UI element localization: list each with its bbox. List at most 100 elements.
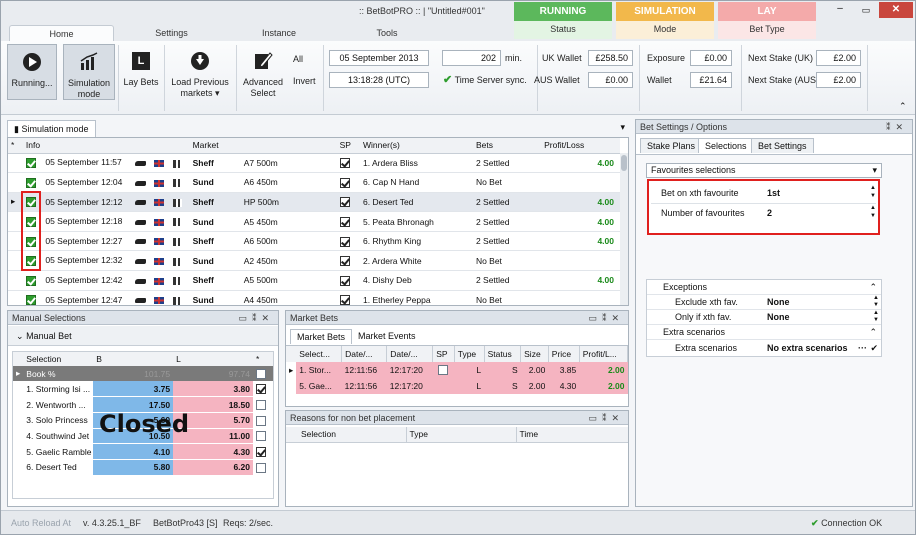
minimize-button[interactable]: – — [827, 2, 853, 18]
table-row[interactable]: 05 September 11:57 Sheff A7 500m 1. Ardera … — [8, 153, 620, 173]
tab-stake-plans[interactable]: Stake Plans — [640, 138, 703, 153]
extra-row[interactable]: Extra scenarios No extra scenarios ··· ✔ — [647, 340, 881, 356]
checkbox[interactable] — [255, 431, 266, 442]
panel-buttons[interactable]: ▭⁑✕ — [588, 411, 624, 425]
checkbox[interactable] — [25, 295, 36, 305]
tab-market-events[interactable]: Market Events — [352, 329, 422, 344]
col-market[interactable]: Market — [190, 138, 241, 153]
maximize-button[interactable]: ▭ — [853, 2, 879, 18]
fav-row-2[interactable]: Number of favourites 2 ▲ ▼ — [651, 204, 876, 224]
exception-row[interactable]: Exclude xth fav. None ▲ ▼ — [647, 295, 881, 310]
exception-row[interactable]: Only if xth fav. None ▲ ▼ — [647, 310, 881, 325]
checkbox[interactable] — [339, 197, 350, 208]
tab-tools[interactable]: Tools — [337, 25, 437, 41]
table-row[interactable]: 05 September 12:04 Sund A6 450m 6. Cap N Ha… — [8, 173, 620, 193]
table-row[interactable]: 05 September 12:27 Sheff A6 500m 6. Rhythm … — [8, 231, 620, 251]
panel-buttons[interactable]: ⁑✕ — [886, 120, 908, 134]
sim-scrollbar[interactable] — [620, 153, 628, 305]
checkbox[interactable] — [339, 158, 350, 169]
spin-icon[interactable]: ▲ ▼ — [873, 295, 879, 309]
col-sp[interactable]: SP — [337, 138, 360, 153]
checkbox[interactable] — [25, 158, 36, 169]
spin-icon[interactable]: ▲ ▼ — [870, 184, 876, 200]
spin-icon[interactable]: ▲ ▼ — [873, 310, 879, 324]
row-back-price[interactable]: 3.75 — [93, 381, 174, 398]
checkbox[interactable] — [438, 365, 449, 376]
time-sync-button[interactable]: ✔ Time Server sync. — [443, 73, 527, 87]
col-info[interactable]: Info — [23, 138, 132, 153]
all-button[interactable]: All — [293, 52, 303, 66]
checkbox[interactable] — [255, 415, 266, 426]
col-bets[interactable]: Bets — [473, 138, 541, 153]
checkbox[interactable] — [255, 384, 266, 395]
col-type[interactable]: Type — [406, 427, 517, 442]
simulation-mode-tab[interactable]: ▮ Simulation mode — [7, 120, 96, 137]
advanced-select-button[interactable]: Advanced Select — [240, 44, 286, 99]
num-favourites-value[interactable]: 2 — [767, 208, 772, 218]
time-field[interactable]: 13:18:28 (UTC) — [329, 72, 429, 88]
mb-col[interactable]: Profit/L... — [579, 346, 629, 362]
row-back-price[interactable]: 4.10 — [93, 443, 174, 460]
checkbox[interactable] — [25, 275, 36, 286]
col-back[interactable]: B — [93, 352, 173, 366]
mb-col[interactable]: Date/... — [386, 346, 434, 362]
favourites-dropdown[interactable]: Favourites selections ▾ — [646, 163, 882, 178]
sim-scroll-thumb[interactable] — [621, 155, 627, 171]
table-row[interactable]: 5. Gaelic Ramble 4.10 4.30 — [13, 443, 273, 460]
spin-icon[interactable]: ▲ ▼ — [870, 204, 876, 220]
checkbox[interactable] — [255, 462, 266, 473]
checkbox[interactable] — [339, 216, 350, 227]
mb-col[interactable]: Price — [548, 346, 580, 362]
checkbox[interactable] — [339, 275, 350, 286]
row-check[interactable] — [253, 397, 273, 413]
manual-bet-group[interactable]: ⌄ Manual Bet — [8, 326, 278, 346]
row-check[interactable] — [253, 459, 273, 475]
row-lay-price[interactable]: 4.30 — [173, 443, 253, 460]
checkbox[interactable] — [255, 446, 266, 457]
more-icon[interactable]: ··· — [858, 340, 867, 356]
row-check[interactable] — [253, 412, 273, 428]
table-row[interactable]: 5. Gae... 12:11:56 12:17:20 L S 2.00 4.30 2.00 — [286, 378, 628, 394]
exception-value[interactable]: None — [767, 310, 790, 325]
checkbox[interactable] — [255, 368, 266, 379]
tab-home[interactable]: Home — [9, 25, 114, 41]
panel-buttons[interactable]: ▭⁑✕ — [238, 311, 274, 325]
panel-buttons[interactable]: ▭⁑✕ — [588, 311, 624, 325]
checkbox[interactable] — [339, 256, 350, 267]
exception-value[interactable]: None — [767, 295, 790, 310]
extra-value[interactable]: No extra scenarios — [767, 340, 848, 356]
table-row[interactable]: 05 September 12:47 Sund A4 450m 1. Etherley… — [8, 290, 620, 305]
invert-button[interactable]: Invert — [293, 74, 316, 88]
date-field[interactable]: 05 September 2013 — [329, 50, 429, 66]
bet-on-xth-value[interactable]: 1st — [767, 188, 780, 198]
row-check[interactable] — [253, 381, 273, 397]
row-check[interactable] — [253, 444, 273, 460]
table-row[interactable]: 05 September 12:32 Sund A2 450m 2. Ardera W… — [8, 251, 620, 271]
running-button[interactable]: Running... — [7, 44, 57, 100]
minutes-field[interactable]: 202 — [442, 50, 501, 66]
fav-row-1[interactable]: Bet on xth favourite 1st ▲ ▼ — [651, 184, 876, 204]
checkbox[interactable] — [339, 236, 350, 247]
table-row[interactable]: ▸ 05 September 12:12 Sheff HP 500m 6. Deser… — [8, 192, 620, 212]
table-row[interactable]: 1. Storming Isi ... 3.75 3.80 — [13, 381, 273, 398]
mb-col[interactable]: Status — [484, 346, 522, 362]
table-row[interactable]: ▸ 1. Stor... 12:11:56 12:17:20 L S 2.00 3.85 2.0… — [286, 362, 628, 378]
collapse-ribbon-icon[interactable]: ⌃ — [899, 101, 907, 112]
mb-col[interactable]: SP — [432, 346, 455, 362]
lay-bets-button[interactable]: L Lay Bets — [122, 44, 160, 88]
load-previous-markets-button[interactable]: Load Previous markets ▾ — [168, 44, 232, 99]
check-icon[interactable]: ✔ — [870, 340, 878, 356]
tab-settings[interactable]: Settings — [119, 25, 224, 41]
row-back-price[interactable]: 5.80 — [93, 459, 174, 476]
col-selection[interactable]: Selection — [23, 352, 93, 366]
table-row[interactable]: 6. Desert Ted 5.80 6.20 — [13, 459, 273, 476]
tab-instance[interactable]: Instance — [229, 25, 329, 41]
row-lay-price[interactable]: 6.20 — [173, 459, 253, 476]
checkbox[interactable] — [25, 177, 36, 188]
checkbox[interactable] — [255, 399, 266, 410]
simulation-mode-button[interactable]: Simulation mode — [63, 44, 115, 100]
book-check[interactable] — [253, 366, 273, 381]
mb-col[interactable]: Select... — [296, 346, 343, 362]
col-selection[interactable]: Selection — [298, 427, 407, 442]
tab-market-bets[interactable]: Market Bets — [290, 329, 353, 344]
